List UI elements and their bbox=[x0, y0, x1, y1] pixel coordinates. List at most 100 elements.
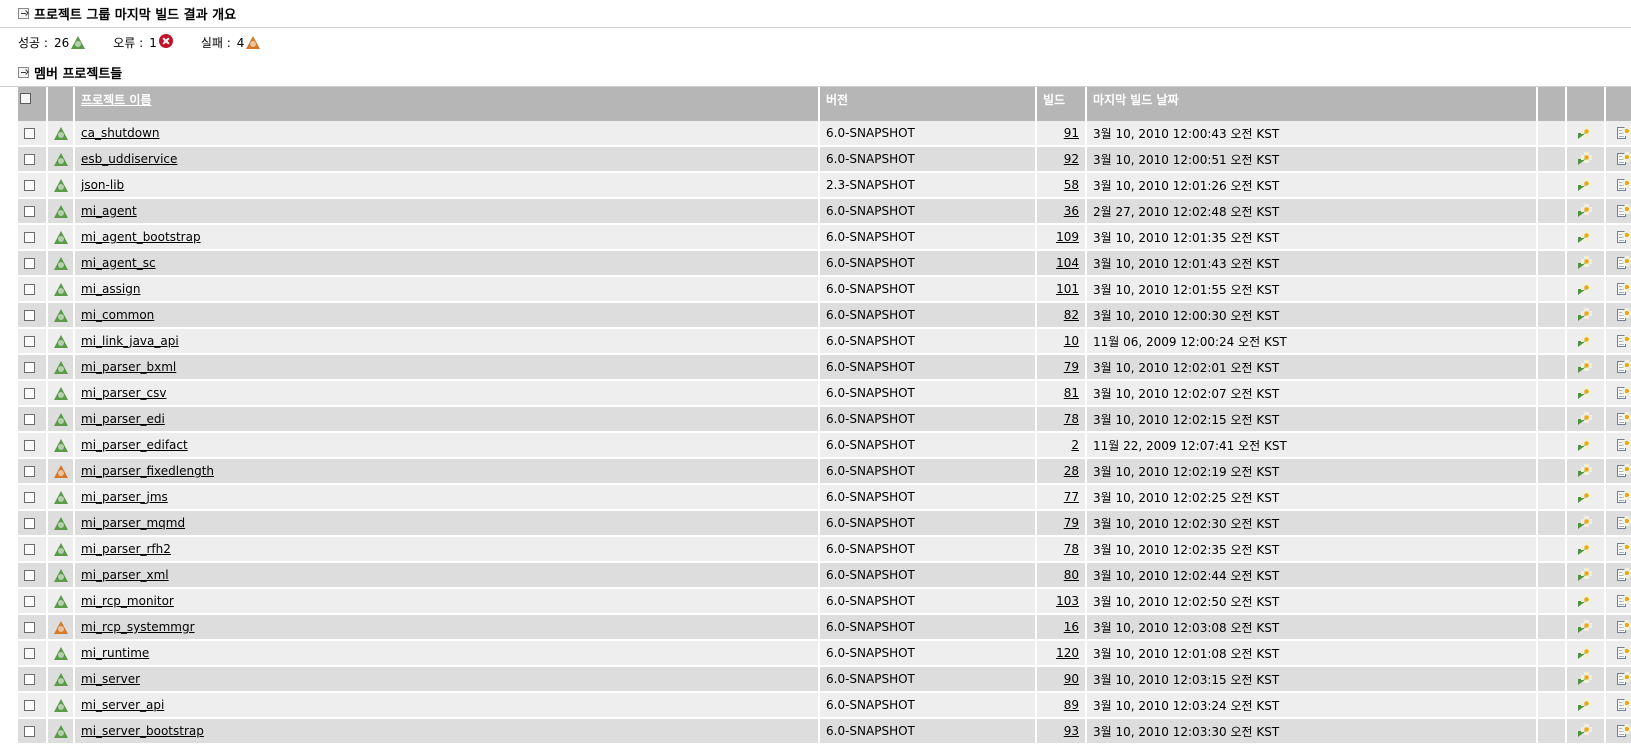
build-number-link[interactable]: 109 bbox=[1056, 230, 1079, 244]
build-with-doc-icon[interactable] bbox=[1617, 412, 1631, 427]
build-icon[interactable] bbox=[1578, 646, 1594, 661]
row-checkbox[interactable] bbox=[24, 414, 35, 425]
project-name-link[interactable]: mi_parser_csv bbox=[81, 386, 166, 400]
row-build-action[interactable] bbox=[1566, 718, 1605, 744]
row-build-action[interactable] bbox=[1566, 406, 1605, 432]
build-number-link[interactable]: 80 bbox=[1064, 568, 1079, 582]
expand-icon[interactable] bbox=[18, 8, 29, 19]
row-checkbox[interactable] bbox=[24, 544, 35, 555]
project-name-link[interactable]: mi_parser_fixedlength bbox=[81, 464, 214, 478]
name-column-header[interactable]: 프로젝트 이름 bbox=[74, 87, 819, 121]
build-number-link[interactable]: 58 bbox=[1064, 178, 1079, 192]
build-with-doc-icon[interactable] bbox=[1617, 282, 1631, 297]
build-number-link[interactable]: 93 bbox=[1064, 724, 1079, 738]
build-icon[interactable] bbox=[1578, 308, 1594, 323]
row-build-action[interactable] bbox=[1566, 588, 1605, 614]
row-checkbox[interactable] bbox=[24, 466, 35, 477]
row-select-cell[interactable] bbox=[18, 172, 47, 198]
row-build-action[interactable] bbox=[1566, 380, 1605, 406]
row-select-cell[interactable] bbox=[18, 406, 47, 432]
row-select-cell[interactable] bbox=[18, 121, 47, 146]
build-with-doc-icon[interactable] bbox=[1617, 386, 1631, 401]
build-number-link[interactable]: 103 bbox=[1056, 594, 1079, 608]
build-number-link[interactable]: 120 bbox=[1056, 646, 1079, 660]
row-build-action[interactable] bbox=[1566, 536, 1605, 562]
row-select-cell[interactable] bbox=[18, 354, 47, 380]
build-with-doc-icon[interactable] bbox=[1617, 464, 1631, 479]
project-name-link[interactable]: mi_rcp_systemmgr bbox=[81, 620, 195, 634]
row-build-action[interactable] bbox=[1566, 614, 1605, 640]
row-build-doc-action[interactable] bbox=[1605, 328, 1631, 354]
build-number-link[interactable]: 78 bbox=[1064, 542, 1079, 556]
row-checkbox[interactable] bbox=[24, 284, 35, 295]
project-name-link[interactable]: mi_link_java_api bbox=[81, 334, 179, 348]
build-icon[interactable] bbox=[1578, 412, 1594, 427]
row-build-doc-action[interactable] bbox=[1605, 121, 1631, 146]
expand-icon[interactable] bbox=[18, 67, 29, 78]
build-icon[interactable] bbox=[1578, 594, 1594, 609]
row-build-doc-action[interactable] bbox=[1605, 380, 1631, 406]
project-name-link[interactable]: json-lib bbox=[81, 178, 124, 192]
row-select-cell[interactable] bbox=[18, 250, 47, 276]
row-select-cell[interactable] bbox=[18, 510, 47, 536]
build-number-link[interactable]: 79 bbox=[1064, 360, 1079, 374]
build-icon[interactable] bbox=[1578, 178, 1594, 193]
row-select-cell[interactable] bbox=[18, 536, 47, 562]
project-name-link[interactable]: mi_rcp_monitor bbox=[81, 594, 174, 608]
row-select-cell[interactable] bbox=[18, 276, 47, 302]
build-icon[interactable] bbox=[1578, 360, 1594, 375]
row-build-action[interactable] bbox=[1566, 640, 1605, 666]
row-checkbox[interactable] bbox=[24, 622, 35, 633]
row-checkbox[interactable] bbox=[24, 310, 35, 321]
build-with-doc-icon[interactable] bbox=[1617, 490, 1631, 505]
project-name-link[interactable]: mi_assign bbox=[81, 282, 140, 296]
row-build-action[interactable] bbox=[1566, 328, 1605, 354]
project-name-link[interactable]: mi_common bbox=[81, 308, 154, 322]
build-with-doc-icon[interactable] bbox=[1617, 308, 1631, 323]
row-build-action[interactable] bbox=[1566, 276, 1605, 302]
row-build-action[interactable] bbox=[1566, 354, 1605, 380]
build-icon[interactable] bbox=[1578, 386, 1594, 401]
row-select-cell[interactable] bbox=[18, 432, 47, 458]
build-with-doc-icon[interactable] bbox=[1617, 698, 1631, 713]
build-with-doc-icon[interactable] bbox=[1617, 178, 1631, 193]
row-build-doc-action[interactable] bbox=[1605, 640, 1631, 666]
row-build-action[interactable] bbox=[1566, 692, 1605, 718]
row-build-doc-action[interactable] bbox=[1605, 562, 1631, 588]
build-with-doc-icon[interactable] bbox=[1617, 438, 1631, 453]
build-number-link[interactable]: 36 bbox=[1064, 204, 1079, 218]
build-number-link[interactable]: 91 bbox=[1064, 126, 1079, 140]
build-number-link[interactable]: 82 bbox=[1064, 308, 1079, 322]
row-build-action[interactable] bbox=[1566, 224, 1605, 250]
build-with-doc-icon[interactable] bbox=[1617, 152, 1631, 167]
build-number-link[interactable]: 90 bbox=[1064, 672, 1079, 686]
row-build-doc-action[interactable] bbox=[1605, 302, 1631, 328]
build-icon[interactable] bbox=[1578, 464, 1594, 479]
project-name-link[interactable]: ca_shutdown bbox=[81, 126, 160, 140]
project-name-link[interactable]: mi_parser_jms bbox=[81, 490, 168, 504]
build-icon[interactable] bbox=[1578, 256, 1594, 271]
row-checkbox[interactable] bbox=[24, 726, 35, 737]
row-build-doc-action[interactable] bbox=[1605, 692, 1631, 718]
summary-section-header[interactable]: 프로젝트 그룹 마지막 빌드 결과 개요 bbox=[0, 0, 1631, 27]
project-name-link[interactable]: mi_server_bootstrap bbox=[81, 724, 204, 738]
row-build-doc-action[interactable] bbox=[1605, 198, 1631, 224]
row-build-doc-action[interactable] bbox=[1605, 458, 1631, 484]
row-build-action[interactable] bbox=[1566, 172, 1605, 198]
row-checkbox[interactable] bbox=[24, 596, 35, 607]
build-number-link[interactable]: 10 bbox=[1064, 334, 1079, 348]
project-name-link[interactable]: mi_agent_bootstrap bbox=[81, 230, 201, 244]
row-build-action[interactable] bbox=[1566, 458, 1605, 484]
row-select-cell[interactable] bbox=[18, 640, 47, 666]
row-select-cell[interactable] bbox=[18, 458, 47, 484]
row-select-cell[interactable] bbox=[18, 484, 47, 510]
row-checkbox[interactable] bbox=[24, 388, 35, 399]
row-select-cell[interactable] bbox=[18, 692, 47, 718]
build-with-doc-icon[interactable] bbox=[1617, 568, 1631, 583]
build-with-doc-icon[interactable] bbox=[1617, 334, 1631, 349]
build-with-doc-icon[interactable] bbox=[1617, 542, 1631, 557]
build-with-doc-icon[interactable] bbox=[1617, 360, 1631, 375]
row-select-cell[interactable] bbox=[18, 302, 47, 328]
row-build-doc-action[interactable] bbox=[1605, 276, 1631, 302]
build-number-link[interactable]: 92 bbox=[1064, 152, 1079, 166]
